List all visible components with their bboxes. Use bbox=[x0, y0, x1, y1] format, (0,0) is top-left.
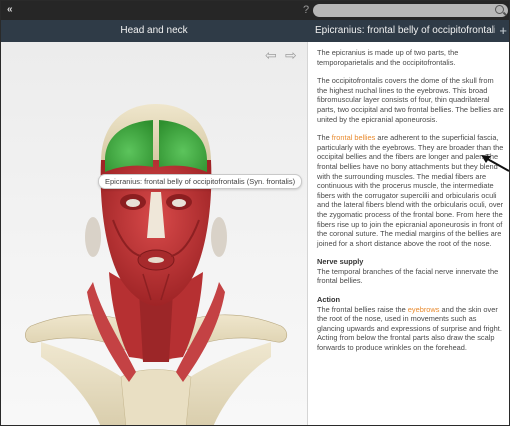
text-segment: The bbox=[317, 133, 332, 143]
collapse-icon[interactable]: « bbox=[7, 4, 12, 15]
nerve-supply-text: The temporal branches of the facial nerv… bbox=[317, 266, 499, 286]
top-bar: « ? bbox=[1, 1, 509, 20]
forward-arrow-icon[interactable]: ⇨ bbox=[285, 48, 302, 62]
description-panel[interactable]: The epicranius is made up of two parts, … bbox=[307, 42, 509, 425]
structure-tooltip: Epicranius: frontal belly of occipitofro… bbox=[98, 174, 303, 189]
action-section: Action The frontal bellies raise the eyeb… bbox=[317, 295, 505, 353]
frontal-bellies-link[interactable]: frontal bellies bbox=[332, 133, 376, 142]
3d-viewport[interactable]: ⇦ ⇨ Epicranius: frontal belly of occipit… bbox=[1, 42, 307, 426]
help-icon[interactable]: ? bbox=[303, 4, 309, 16]
head-and-neck-model[interactable] bbox=[1, 42, 307, 426]
search-icon[interactable] bbox=[495, 5, 504, 14]
eyebrows-link[interactable]: eyebrows bbox=[408, 305, 440, 314]
search-input[interactable] bbox=[313, 4, 508, 17]
title-bar: Head and neck Epicranius: frontal belly … bbox=[1, 20, 509, 42]
structure-title: Epicranius: frontal belly of occipitofro… bbox=[315, 25, 495, 36]
text-segment: are adherent to the superficial fascia, … bbox=[317, 133, 504, 248]
annotation-arrow-icon bbox=[481, 155, 509, 172]
paragraph-occipitofrontalis: The occipitofrontalis covers the dome of… bbox=[317, 76, 504, 124]
back-arrow-icon[interactable]: ⇦ bbox=[265, 48, 282, 62]
view-title: Head and neck bbox=[120, 25, 188, 36]
nerve-supply-section: Nerve supply The temporal branches of the… bbox=[317, 257, 505, 286]
history-nav: ⇦ ⇨ bbox=[265, 48, 302, 62]
text-segment: The frontal bellies raise the bbox=[317, 304, 408, 314]
action-heading: Action bbox=[317, 295, 340, 305]
paragraph-intro: The epicranius is made up of two parts, … bbox=[317, 48, 459, 67]
nerve-supply-heading: Nerve supply bbox=[317, 257, 364, 267]
paragraph-frontal-bellies: The frontal bellies are adherent to the … bbox=[317, 133, 505, 248]
app-window: « ? Head and neck Epicranius: frontal be… bbox=[0, 0, 510, 426]
add-icon[interactable]: + bbox=[499, 23, 507, 38]
